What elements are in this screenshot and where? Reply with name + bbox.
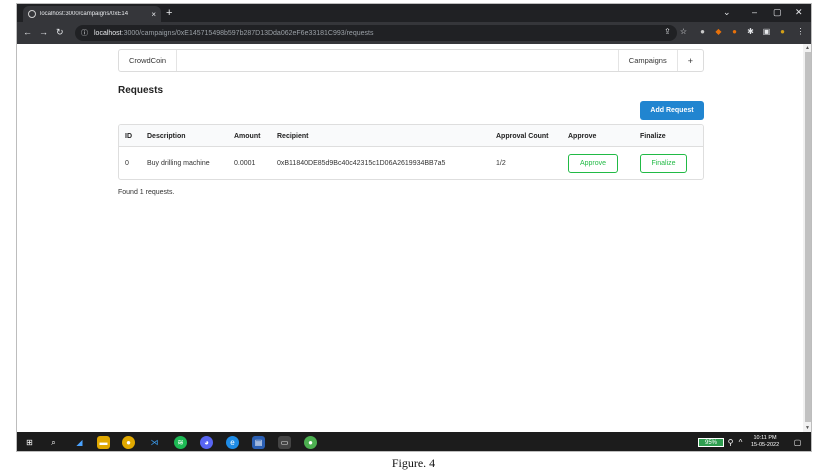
globe-icon bbox=[28, 10, 36, 18]
header-approve: Approve bbox=[568, 133, 597, 140]
add-campaign-link[interactable]: + bbox=[676, 50, 703, 71]
finalize-button[interactable]: Finalize bbox=[640, 154, 687, 173]
close-tab-icon[interactable]: × bbox=[151, 10, 156, 19]
scrollbar-thumb[interactable] bbox=[805, 52, 811, 422]
extension-icon[interactable]: ● bbox=[698, 27, 707, 36]
notification-icon[interactable]: ▢ bbox=[791, 436, 804, 449]
found-count-text: Found 1 requests. bbox=[118, 189, 175, 196]
campaigns-link[interactable]: Campaigns bbox=[617, 50, 677, 71]
minimize-icon[interactable]: – bbox=[752, 6, 757, 18]
taskbar: ⊞ ⌕ ◢ ▬ ● ⋊ ≋ ◕ e ▤ ▭ ● 95% ⚲ ^ 10:11 PM… bbox=[17, 432, 811, 451]
battery-indicator[interactable]: 95% bbox=[698, 438, 724, 447]
forward-icon[interactable]: → bbox=[39, 26, 48, 38]
top-menu: CrowdCoin Campaigns + bbox=[118, 49, 704, 72]
star-icon[interactable]: ☆ bbox=[679, 27, 688, 36]
add-request-button[interactable]: Add Request bbox=[640, 101, 704, 120]
browser-tab[interactable]: localhost:3000/campaigns/0xE14 × bbox=[23, 6, 161, 22]
network-icon[interactable]: ⚲ bbox=[726, 436, 735, 449]
clock-time: 10:11 PM bbox=[753, 435, 777, 441]
cell-id: 0 bbox=[125, 160, 129, 167]
share-icon[interactable]: ⇪ bbox=[663, 27, 672, 36]
extension-icon-2[interactable]: ● bbox=[730, 27, 739, 36]
clock-date: 15-05-2022 bbox=[751, 442, 780, 448]
file-explorer-icon[interactable]: ▬ bbox=[97, 436, 110, 449]
vscode-icon[interactable]: ⋊ bbox=[148, 436, 161, 449]
page-title: Requests bbox=[118, 85, 164, 96]
page-content: CrowdCoin Campaigns + Requests Add Reque… bbox=[17, 44, 803, 432]
spotify-icon[interactable]: ≋ bbox=[174, 436, 187, 449]
tab-title: localhost:3000/campaigns/0xE14 bbox=[40, 11, 129, 17]
app-icon-2[interactable]: ● bbox=[304, 436, 317, 449]
browser-toolbar: ← → ↻ ⓘ localhost :3000/campaigns/0xE145… bbox=[17, 22, 811, 44]
header-approval-count: Approval Count bbox=[496, 133, 549, 140]
header-finalize: Finalize bbox=[640, 133, 666, 140]
brand-link[interactable]: CrowdCoin bbox=[119, 50, 178, 71]
address-bar[interactable]: ⓘ localhost :3000/campaigns/0xE145715498… bbox=[75, 25, 677, 41]
store-icon[interactable]: ▤ bbox=[252, 436, 265, 449]
window-close-icon[interactable]: ✕ bbox=[795, 6, 803, 18]
scroll-up-icon[interactable]: ▲ bbox=[805, 45, 810, 51]
menu-icon[interactable]: ⋮ bbox=[796, 27, 805, 36]
requests-table: ID Description Amount Recipient Approval… bbox=[118, 124, 704, 180]
chevron-down-icon[interactable]: ⌄ bbox=[723, 6, 731, 18]
windows-start-icon[interactable]: ⊞ bbox=[23, 436, 36, 449]
cell-description: Buy drilling machine bbox=[147, 160, 210, 167]
scrollbar[interactable]: ▲ ▼ bbox=[803, 44, 811, 432]
tab-strip: localhost:3000/campaigns/0xE14 × + ⌄ – ▢… bbox=[17, 4, 811, 22]
header-description: Description bbox=[147, 133, 186, 140]
edge-icon[interactable]: e bbox=[226, 436, 239, 449]
url-host: localhost bbox=[94, 29, 122, 37]
header-recipient: Recipient bbox=[277, 133, 309, 140]
approve-button[interactable]: Approve bbox=[568, 154, 618, 173]
chevron-up-icon[interactable]: ^ bbox=[736, 436, 745, 449]
scroll-down-icon[interactable]: ▼ bbox=[805, 425, 810, 431]
back-icon[interactable]: ← bbox=[23, 26, 32, 38]
metamask-icon[interactable]: ◆ bbox=[714, 27, 723, 36]
cell-recipient: 0xB11840DE85d9Bc40c42315c1D06A2619934BB7… bbox=[277, 160, 446, 167]
header-amount: Amount bbox=[234, 133, 261, 140]
info-icon[interactable]: ⓘ bbox=[81, 28, 88, 38]
system-clock[interactable]: 10:11 PM 15-05-2022 bbox=[751, 435, 779, 449]
profile-avatar[interactable]: ● bbox=[778, 27, 787, 36]
new-tab-button[interactable]: + bbox=[166, 6, 172, 20]
search-icon[interactable]: ⌕ bbox=[47, 436, 60, 449]
url-path: :3000/campaigns/0xE145715498b597b287D13D… bbox=[121, 29, 374, 37]
puzzle-icon[interactable]: ✱ bbox=[746, 27, 755, 36]
screen: localhost:3000/campaigns/0xE14 × + ⌄ – ▢… bbox=[16, 3, 812, 452]
discord-icon[interactable]: ◕ bbox=[200, 436, 213, 449]
reload-icon[interactable]: ↻ bbox=[56, 26, 64, 38]
figure-caption: Figure. 4 bbox=[391, 456, 436, 470]
header-id: ID bbox=[125, 133, 132, 140]
sidepanel-icon[interactable]: ▣ bbox=[762, 27, 771, 36]
maximize-icon[interactable]: ▢ bbox=[773, 6, 782, 18]
table-header: ID Description Amount Recipient Approval… bbox=[119, 125, 703, 147]
app-icon[interactable]: ◢ bbox=[73, 436, 86, 449]
chrome-icon[interactable]: ● bbox=[122, 436, 135, 449]
cell-approval-count: 1/2 bbox=[496, 160, 506, 167]
terminal-icon[interactable]: ▭ bbox=[278, 436, 291, 449]
cell-amount: 0.0001 bbox=[234, 160, 256, 167]
